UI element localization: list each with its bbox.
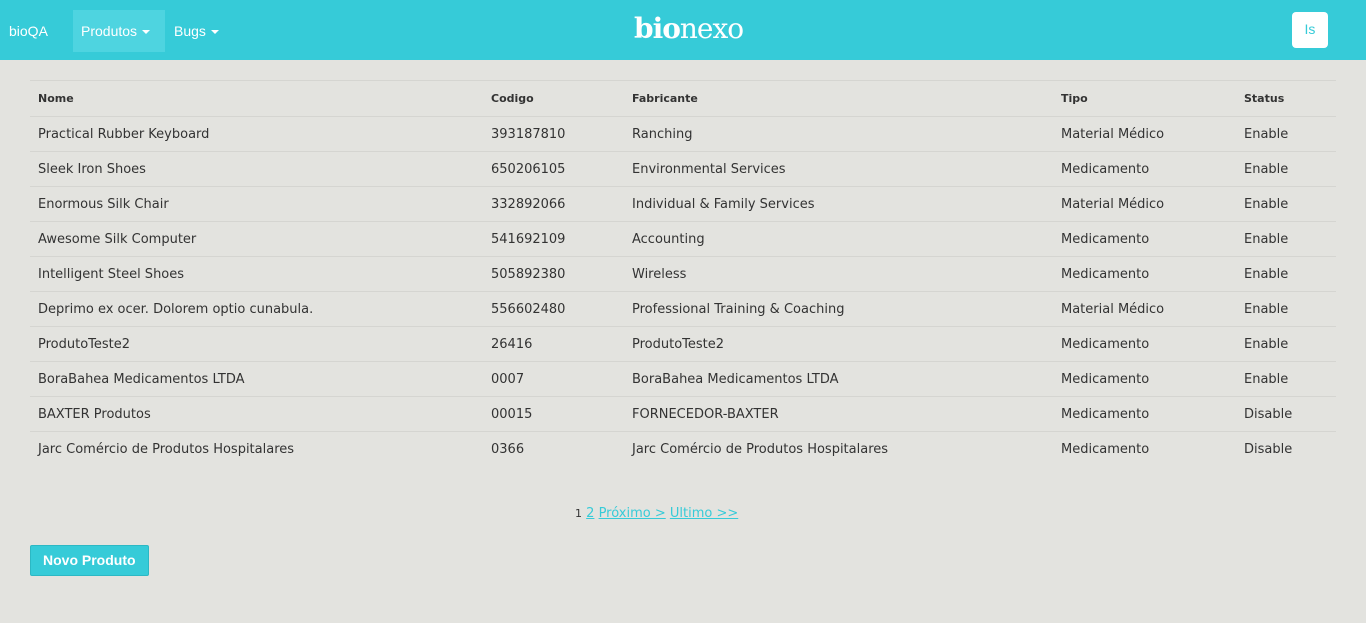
cell-codigo: 556602480 (483, 291, 624, 327)
new-product-button[interactable]: Novo Produto (30, 545, 149, 576)
table-row[interactable]: Deprimo ex ocer. Dolorem optio cunabula.… (30, 291, 1336, 327)
bionexo-logo: bionexo (634, 12, 744, 45)
cell-status: Disable (1236, 396, 1336, 432)
products-table: Nome Codigo Fabricante Tipo Status Pract… (30, 80, 1336, 466)
cell-status: Enable (1236, 186, 1336, 222)
table-header-row: Nome Codigo Fabricante Tipo Status (30, 80, 1336, 117)
table-row[interactable]: ProdutoTeste2 26416 ProdutoTeste2 Medica… (30, 326, 1336, 362)
cell-codigo: 0366 (483, 431, 624, 466)
cell-codigo: 393187810 (483, 116, 624, 152)
cell-nome: Enormous Silk Chair (30, 186, 483, 222)
cell-nome: BAXTER Produtos (30, 396, 483, 432)
cell-tipo: Medicamento (1053, 221, 1236, 257)
logo-light-text: nexo (679, 12, 744, 45)
table-row[interactable]: Practical Rubber Keyboard 393187810 Ranc… (30, 116, 1336, 152)
logo-bold-text: bio (634, 12, 681, 45)
cell-codigo: 0007 (483, 361, 624, 397)
cell-nome: Deprimo ex ocer. Dolorem optio cunabula. (30, 291, 483, 327)
cell-fabricante: Individual & Family Services (624, 186, 1053, 222)
column-header-tipo: Tipo (1053, 80, 1236, 117)
table-row[interactable]: BAXTER Produtos 00015 FORNECEDOR-BAXTER … (30, 396, 1336, 432)
cell-nome: Intelligent Steel Shoes (30, 256, 483, 292)
table-row[interactable]: Sleek Iron Shoes 650206105 Environmental… (30, 151, 1336, 187)
cell-codigo: 26416 (483, 326, 624, 362)
cell-status: Enable (1236, 291, 1336, 327)
cell-tipo: Material Médico (1053, 291, 1236, 327)
cell-nome: Sleek Iron Shoes (30, 151, 483, 187)
table-row[interactable]: BoraBahea Medicamentos LTDA 0007 BoraBah… (30, 361, 1336, 397)
cell-status: Enable (1236, 116, 1336, 152)
cell-codigo: 332892066 (483, 186, 624, 222)
cell-tipo: Material Médico (1053, 116, 1236, 152)
cell-status: Enable (1236, 326, 1336, 362)
cell-fabricante: Ranching (624, 116, 1053, 152)
pagination-last-link[interactable]: Ultimo >> (670, 506, 738, 521)
cell-fabricante: BoraBahea Medicamentos LTDA (624, 361, 1053, 397)
nav-produtos-label: Produtos (81, 23, 138, 39)
cell-nome: BoraBahea Medicamentos LTDA (30, 361, 483, 397)
table-row[interactable]: Awesome Silk Computer 541692109 Accounti… (30, 221, 1336, 257)
cell-tipo: Medicamento (1053, 326, 1236, 362)
top-navbar: bioQA Produtos Bugs bionexo Is (0, 0, 1366, 60)
nav-produtos-dropdown[interactable]: Produtos (73, 10, 165, 52)
pagination: 1 2 Próximo > Ultimo >> (575, 506, 738, 521)
nav-bugs-label: Bugs (174, 23, 206, 39)
cell-codigo: 505892380 (483, 256, 624, 292)
cell-tipo: Medicamento (1053, 361, 1236, 397)
cell-status: Disable (1236, 431, 1336, 466)
brand-link[interactable]: bioQA (9, 0, 48, 62)
pagination-page-2-link[interactable]: 2 (586, 506, 594, 521)
chevron-down-icon (142, 30, 151, 35)
cell-status: Enable (1236, 361, 1336, 397)
pagination-next-link[interactable]: Próximo > (599, 506, 666, 521)
cell-tipo: Material Médico (1053, 186, 1236, 222)
cell-status: Enable (1236, 221, 1336, 257)
cell-status: Enable (1236, 256, 1336, 292)
cell-fabricante: Professional Training & Coaching (624, 291, 1053, 327)
column-header-fabricante: Fabricante (624, 80, 1053, 117)
cell-nome: Jarc Comércio de Produtos Hospitalares (30, 431, 483, 466)
cell-fabricante: FORNECEDOR-BAXTER (624, 396, 1053, 432)
cell-status: Enable (1236, 151, 1336, 187)
cell-fabricante: ProdutoTeste2 (624, 326, 1053, 362)
cell-fabricante: Jarc Comércio de Produtos Hospitalares (624, 431, 1053, 466)
column-header-nome: Nome (30, 80, 483, 117)
cell-codigo: 650206105 (483, 151, 624, 187)
cell-fabricante: Wireless (624, 256, 1053, 292)
cell-tipo: Medicamento (1053, 256, 1236, 292)
pagination-current-page: 1 (575, 507, 582, 520)
table-row[interactable]: Intelligent Steel Shoes 505892380 Wirele… (30, 256, 1336, 292)
cell-fabricante: Accounting (624, 221, 1053, 257)
cell-codigo: 541692109 (483, 221, 624, 257)
nav-bugs-dropdown[interactable]: Bugs (166, 10, 227, 52)
table-row[interactable]: Enormous Silk Chair 332892066 Individual… (30, 186, 1336, 222)
column-header-codigo: Codigo (483, 80, 624, 117)
cell-tipo: Medicamento (1053, 431, 1236, 466)
cell-nome: Awesome Silk Computer (30, 221, 483, 257)
cell-nome: ProdutoTeste2 (30, 326, 483, 362)
cell-tipo: Medicamento (1053, 396, 1236, 432)
chevron-down-icon (210, 30, 219, 35)
cell-fabricante: Environmental Services (624, 151, 1053, 187)
cell-nome: Practical Rubber Keyboard (30, 116, 483, 152)
user-menu-button[interactable]: Is (1292, 12, 1328, 48)
cell-codigo: 00015 (483, 396, 624, 432)
cell-tipo: Medicamento (1053, 151, 1236, 187)
table-row[interactable]: Jarc Comércio de Produtos Hospitalares 0… (30, 431, 1336, 466)
column-header-status: Status (1236, 80, 1336, 117)
